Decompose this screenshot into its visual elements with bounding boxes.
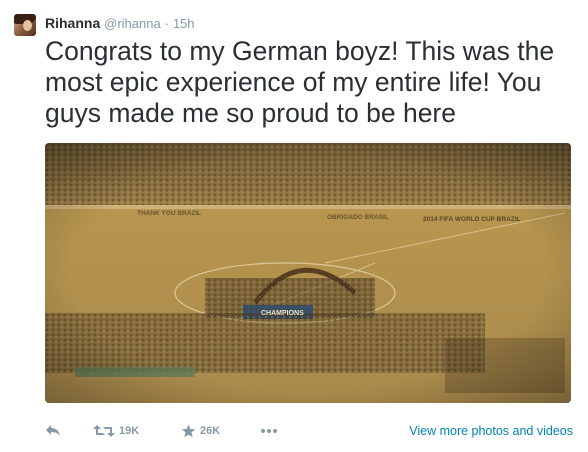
favorite-count: 26K [200,425,221,437]
reply-button[interactable] [45,418,61,444]
tweet: Rihanna @rihanna · 15h Congrats to my Ge… [0,0,588,452]
banner-world-cup: 2014 FIFA WORLD CUP BRAZIL [423,216,521,223]
more-dots-icon [261,429,277,433]
meta-separator: · [164,16,169,31]
reply-icon [46,425,60,436]
view-more-media-link[interactable]: View more photos and videos [409,422,573,440]
more-button[interactable] [260,418,278,444]
banner-obrigado: OBRIGADO BRASIL [327,214,389,221]
star-icon [181,424,196,438]
retweet-count: 19K [119,425,140,437]
author-handle[interactable]: @rihanna [104,16,161,31]
tweet-photo[interactable]: THANK YOU BRAZIL OBRIGADO BRASIL 2014 FI… [45,143,571,403]
podium-text: CHAMPIONS [261,310,304,317]
tweet-actions: 19K 26K View more photos and videos [45,418,575,444]
banner-thank-you: THANK YOU BRAZIL [137,210,201,217]
author-name[interactable]: Rihanna [45,15,100,31]
retweet-button[interactable]: 19K [93,418,139,444]
avatar[interactable] [14,14,36,36]
retweet-icon [93,425,115,437]
tweet-timestamp[interactable]: 15h [173,16,195,31]
tweet-text: Congrats to my German boyz! This was the… [45,36,555,128]
stadium-photo: THANK YOU BRAZIL OBRIGADO BRASIL 2014 FI… [45,143,571,403]
tweet-header: Rihanna @rihanna · 15h [45,13,195,33]
avatar-face [23,20,32,31]
favorite-button[interactable]: 26K [181,418,220,444]
